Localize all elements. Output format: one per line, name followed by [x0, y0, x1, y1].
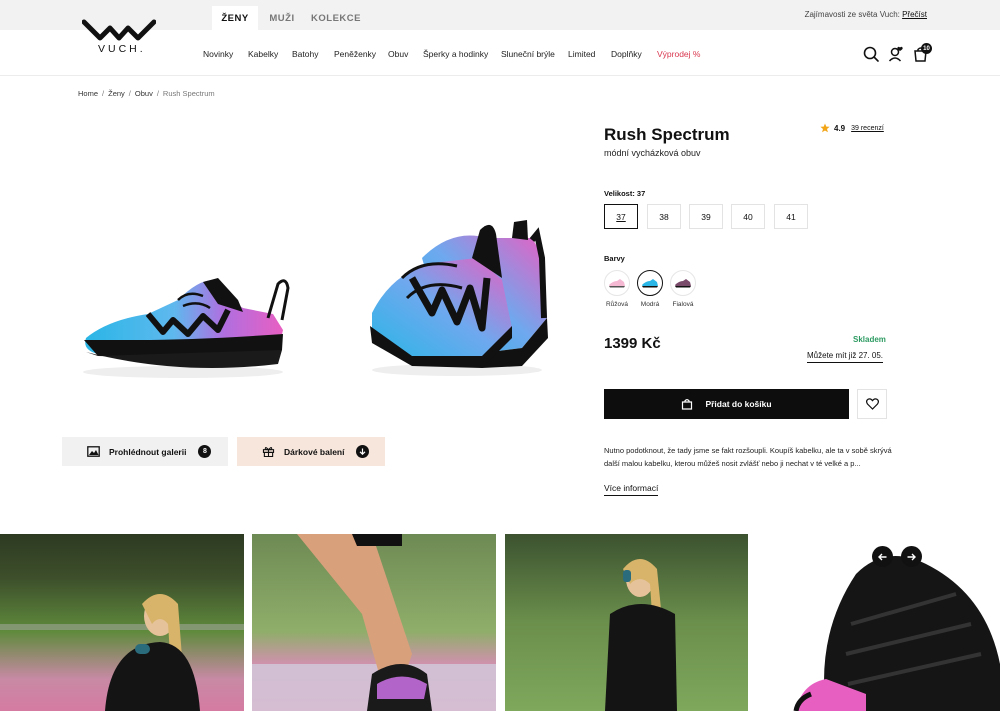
gift-wrap-label: Dárkové balení [284, 446, 345, 457]
tab-muzi[interactable]: MUŽI [260, 6, 304, 30]
arrow-down-icon [356, 445, 370, 458]
rating-value: 4.9 [834, 123, 846, 133]
size-option-41[interactable]: 41 [774, 204, 808, 229]
carousel-next-button[interactable] [901, 546, 922, 567]
product-price: 1399 Kč [604, 335, 661, 352]
color-label-purple: Fialová [672, 301, 694, 308]
size-option-38[interactable]: 38 [647, 204, 681, 229]
nav-sperky[interactable]: Šperky a hodinky [423, 49, 488, 59]
color-swatch-pink[interactable] [604, 270, 630, 296]
stock-status: Skladem [853, 335, 886, 344]
breadcrumb: Home / Ženy / Obuv / Rush Spectrum [78, 89, 215, 98]
size-option-39[interactable]: 39 [689, 204, 723, 229]
breadcrumb-current: Rush Spectrum [162, 89, 215, 98]
tab-kolekce[interactable]: KOLEKCE [306, 6, 366, 30]
logo-icon[interactable] [82, 19, 156, 41]
color-swatch-purple[interactable] [670, 270, 696, 296]
arrow-right-icon [907, 553, 916, 560]
carousel-prev-button[interactable] [872, 546, 893, 567]
product-title: Rush Spectrum [604, 125, 730, 144]
heart-icon [865, 398, 879, 410]
nav-obuv[interactable]: Obuv [388, 49, 408, 59]
breadcrumb-obuv[interactable]: Obuv [135, 89, 153, 98]
nav-batohy[interactable]: Batohy [292, 49, 318, 59]
nav-bryle[interactable]: Sluneční brýle [501, 49, 555, 59]
add-to-cart-label: Přidat do košíku [705, 399, 772, 409]
arrow-left-icon [878, 553, 887, 560]
nav-kabelky[interactable]: Kabelky [248, 49, 278, 59]
top-news-link[interactable]: Přečíst [902, 10, 927, 19]
product-image-side[interactable] [78, 270, 293, 382]
main-header: VUCH. Novinky Kabelky Batohy Peněženky O… [0, 19, 1000, 76]
size-option-37[interactable]: 37 [604, 204, 638, 229]
wishlist-button[interactable] [857, 389, 887, 419]
nav-novinky[interactable]: Novinky [203, 49, 233, 59]
gallery-count-badge: 8 [198, 445, 212, 458]
add-to-cart-button[interactable]: Přidat do košíku [604, 389, 849, 419]
size-label: Velikost: 37 [604, 189, 646, 198]
breadcrumb-home[interactable]: Home [78, 89, 98, 98]
top-news: Zajímavosti ze světa Vuch: Přečíst [805, 10, 927, 19]
search-icon[interactable] [862, 45, 880, 63]
lifestyle-photo-2[interactable] [252, 534, 496, 711]
star-icon [820, 123, 830, 133]
user-icon[interactable] [887, 45, 905, 63]
model-sitting-image [0, 594, 244, 711]
nav-vyprodej[interactable]: Výprodej % [657, 49, 700, 59]
shoe-purple-icon [675, 279, 691, 288]
model-standing-image [605, 559, 677, 711]
color-swatch-blue[interactable] [637, 270, 663, 296]
lifestyle-photo-3[interactable] [505, 534, 748, 711]
shoe-blue-icon [642, 279, 658, 288]
image-icon [87, 446, 100, 457]
tab-zeny[interactable]: ŽENY [212, 6, 258, 30]
gift-wrap-button[interactable]: Dárkové balení [237, 437, 385, 466]
view-gallery-label: Prohlédnout galerii [109, 446, 187, 457]
bag-icon [682, 399, 693, 410]
color-label: Barvy [604, 254, 625, 263]
top-news-text: Zajímavosti ze světa Vuch: [804, 10, 900, 19]
nav-penezenky[interactable]: Peněženky [334, 49, 376, 59]
size-option-40[interactable]: 40 [731, 204, 765, 229]
product-image-pair[interactable] [362, 218, 552, 380]
more-info-link[interactable]: Více informací [604, 483, 659, 496]
cart-count-badge: 10 [921, 43, 932, 54]
logo-text[interactable]: VUCH. [98, 43, 146, 55]
nav-limited[interactable]: Limited [568, 49, 595, 59]
breadcrumb-zeny[interactable]: Ženy [108, 89, 125, 98]
lifestyle-photo-1[interactable] [0, 534, 244, 711]
product-subtitle: módní vycházková obuv [604, 148, 701, 158]
shoe-pink-icon [609, 279, 625, 288]
reviews-link[interactable]: 39 recenzí [851, 125, 884, 132]
nav-doplnky[interactable]: Doplňky [611, 49, 642, 59]
delivery-date[interactable]: Můžete mít již 27. 05. [807, 351, 884, 363]
legs-running-image [252, 534, 496, 711]
view-gallery-button[interactable]: Prohlédnout galerii 8 [62, 437, 228, 466]
product-rating: 4.9 39 recenzí [820, 123, 884, 133]
product-description: Nutno podotknout, že tady jsme se fakt r… [604, 446, 892, 468]
gift-icon [262, 447, 275, 457]
